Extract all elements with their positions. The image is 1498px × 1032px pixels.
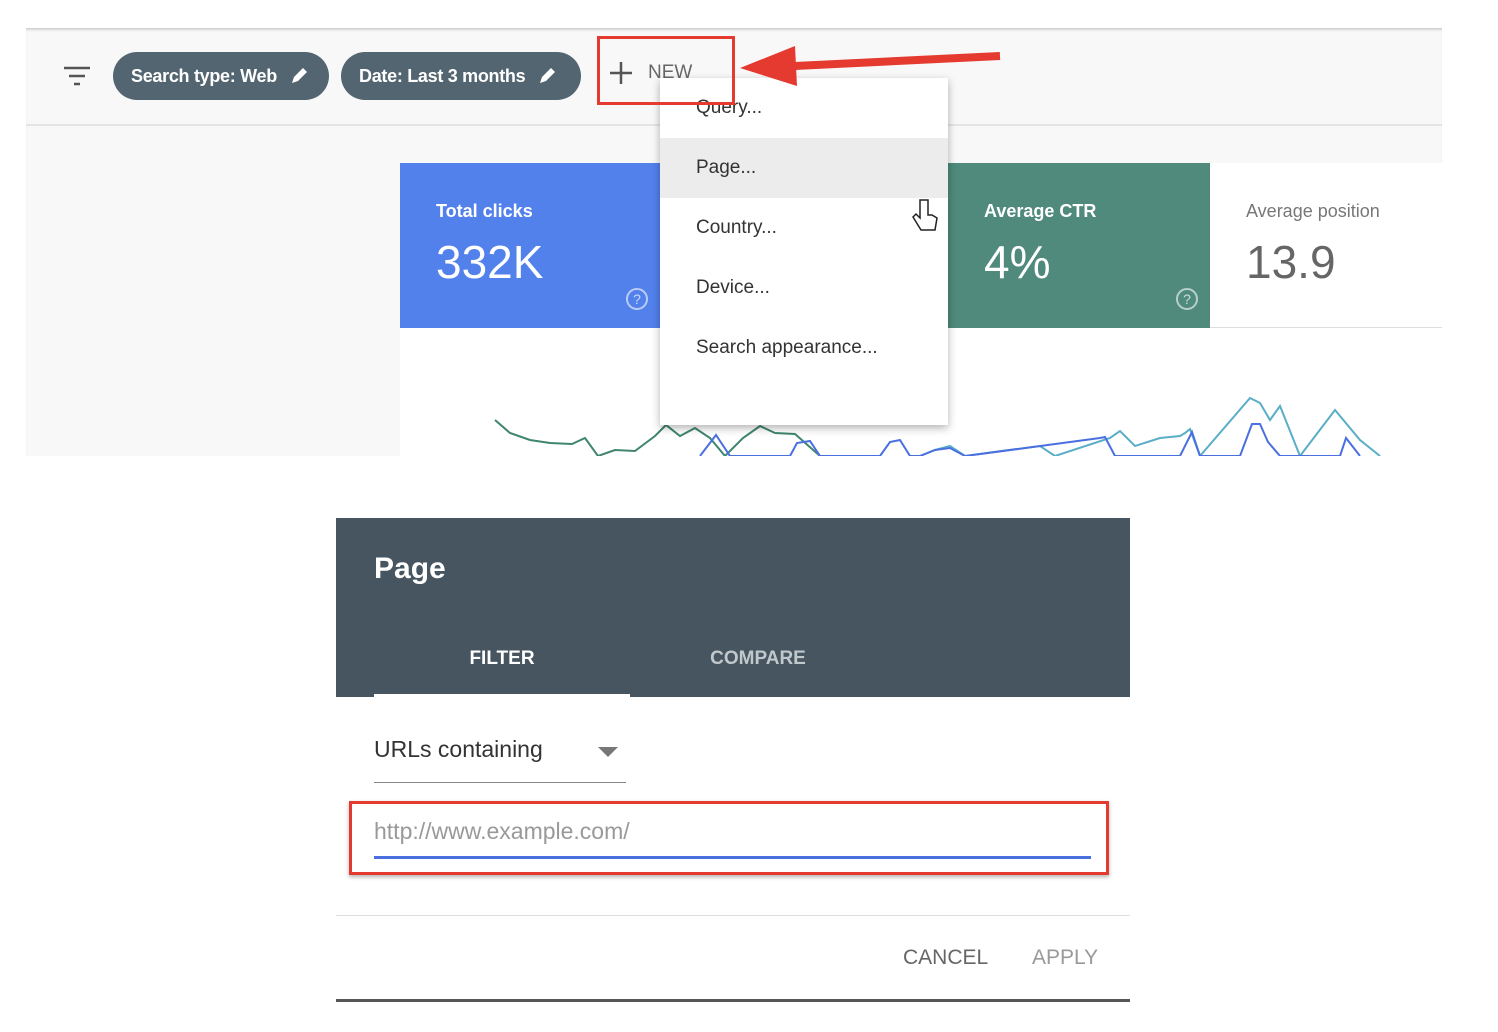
match-type-select[interactable]: URLs containing xyxy=(374,736,626,783)
chip-label: Search type: Web xyxy=(131,65,277,86)
page-filter-dialog: Page FILTER COMPARE URLs containing http… xyxy=(336,518,1130,1002)
pencil-icon[interactable] xyxy=(537,66,557,86)
average-position-card[interactable]: Average position 13.9 xyxy=(1210,163,1442,328)
average-ctr-card[interactable]: Average CTR 4%? xyxy=(948,163,1210,328)
search-type-chip[interactable]: Search type: Web xyxy=(113,52,329,100)
filter-list-icon[interactable] xyxy=(64,66,90,86)
impressions-line xyxy=(919,396,1381,456)
card-value: 13.9 xyxy=(1246,236,1336,288)
help-icon[interactable]: ? xyxy=(1176,288,1198,310)
select-value: URLs containing xyxy=(374,736,543,762)
menu-item-label: Page... xyxy=(696,157,757,178)
help-icon[interactable]: ? xyxy=(626,288,648,310)
tab-label: FILTER xyxy=(469,648,535,669)
divider xyxy=(336,915,1130,916)
menu-item-label: Country... xyxy=(696,217,777,238)
card-value: 4% xyxy=(984,236,1051,288)
date-chip[interactable]: Date: Last 3 months xyxy=(341,52,581,100)
dropdown-arrow-icon xyxy=(598,747,618,757)
annotation-arrow-icon xyxy=(740,46,1001,86)
cancel-button[interactable]: CANCEL xyxy=(903,946,988,970)
annotation-highlight-box xyxy=(349,801,1109,875)
menu-item-label: Search appearance... xyxy=(696,337,878,358)
card-label: Average CTR xyxy=(984,201,1097,221)
card-value: 332K xyxy=(436,236,544,288)
card-label: Average position xyxy=(1246,201,1380,221)
total-clicks-card[interactable]: Total clicks 332K? xyxy=(400,163,660,328)
ctr-line xyxy=(494,419,821,456)
menu-item-country[interactable]: Country... xyxy=(660,198,948,258)
dialog-title: Page xyxy=(374,552,446,585)
menu-item-search-appearance[interactable]: Search appearance... xyxy=(660,318,948,378)
tab-compare[interactable]: COMPARE xyxy=(630,648,886,670)
tab-label: COMPARE xyxy=(710,648,806,669)
menu-item-page[interactable]: Page... xyxy=(660,138,948,231)
card-label: Total clicks xyxy=(436,201,533,221)
menu-item-label: Device... xyxy=(696,277,770,298)
menu-item-device[interactable]: Device... xyxy=(660,258,948,318)
clicks-line xyxy=(699,423,1361,456)
pencil-icon[interactable] xyxy=(289,66,309,86)
tab-filter[interactable]: FILTER xyxy=(374,648,630,697)
apply-button[interactable]: APPLY xyxy=(1032,946,1098,970)
annotation-highlight-box xyxy=(597,36,735,105)
chip-label: Date: Last 3 months xyxy=(359,65,526,86)
new-filter-menu: Query... Page... Country... Device... Se… xyxy=(660,78,948,425)
dialog-header: Page FILTER COMPARE xyxy=(336,518,1130,697)
hand-cursor-icon xyxy=(912,199,938,231)
